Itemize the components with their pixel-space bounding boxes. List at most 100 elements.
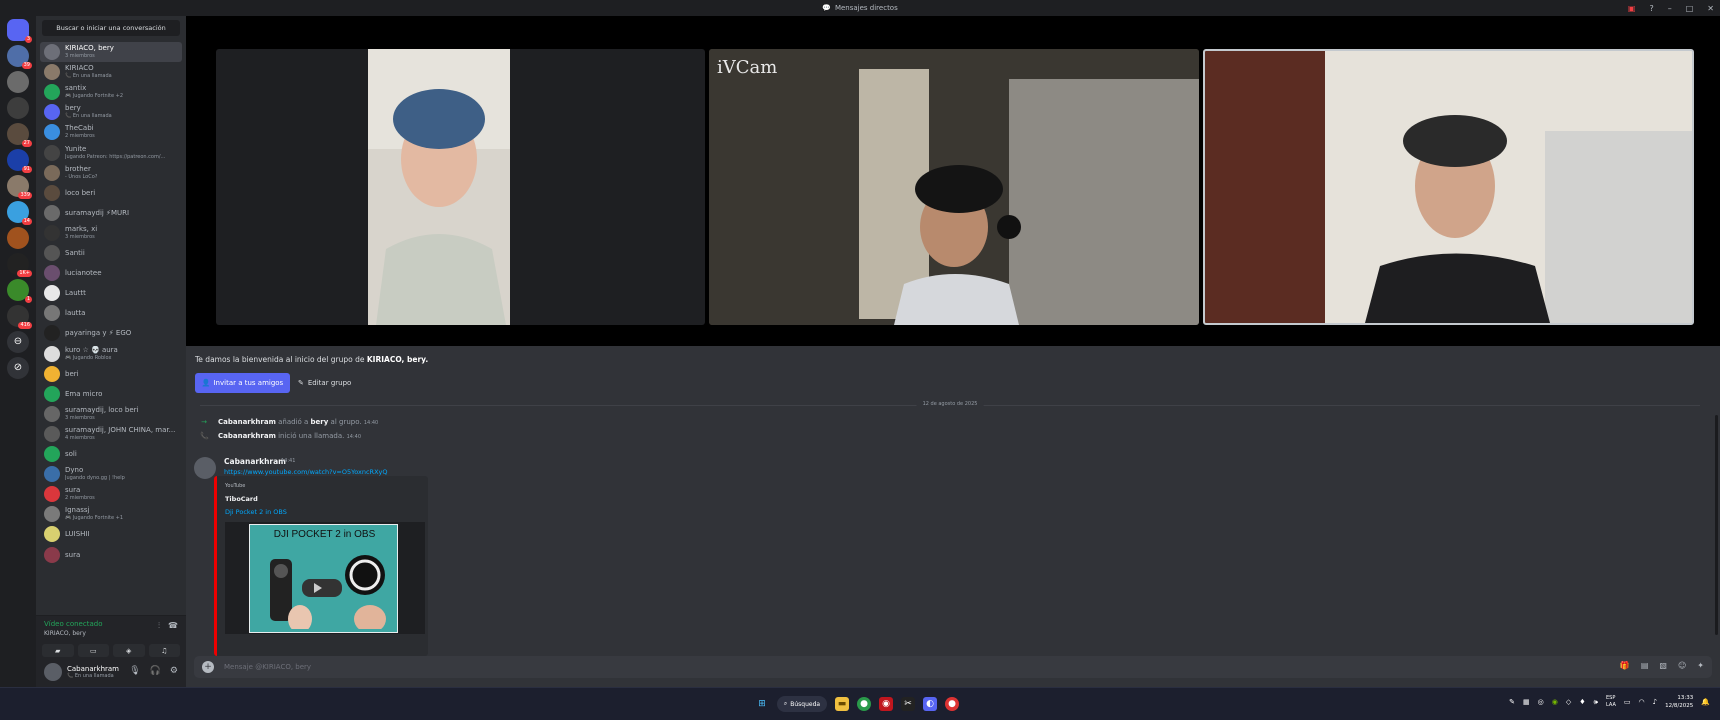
server-icon[interactable]: 339	[7, 175, 32, 199]
dm-item[interactable]: santix 🎮 Jugando Fortnite +2	[40, 82, 182, 102]
edit-group-button[interactable]: ✎ Editar grupo	[298, 373, 368, 393]
dm-item[interactable]: KIRIACO, bery 3 miembros	[40, 42, 182, 62]
add-server-icon[interactable]: ⊖	[7, 331, 29, 353]
disconnect-icon[interactable]: ☎	[168, 621, 178, 631]
server-icon[interactable]: 416	[7, 305, 32, 329]
gift-icon[interactable]: 🎁	[1620, 661, 1630, 670]
dm-item[interactable]: Yunite Jugando Patreon: https://patreon.c…	[40, 143, 182, 163]
emoji-icon[interactable]: ☺	[1678, 661, 1686, 670]
server-icon[interactable]: 39	[7, 45, 32, 69]
user-panel[interactable]: Cabanarkhram 📞 En una llamada 🎙 🎧 ⚙	[36, 657, 186, 687]
attach-button[interactable]: +	[202, 661, 214, 673]
taskbar-search[interactable]: ⌕ Búsqueda	[777, 696, 827, 712]
tray-icon-1[interactable]: ▦	[1523, 698, 1530, 706]
close-button[interactable]: ✕	[1707, 4, 1714, 13]
microphone-icon[interactable]: 🎙	[129, 666, 140, 676]
discord-taskbar-icon[interactable]: ◐	[923, 697, 937, 711]
language-indicator[interactable]: ESP LAA	[1606, 695, 1616, 709]
dm-item[interactable]: kuro ☆ 💀 aura 🎮 Jugando Roblox	[40, 344, 182, 364]
message-avatar[interactable]	[194, 457, 216, 479]
dm-item[interactable]: lucianotee	[40, 263, 182, 283]
app-icon[interactable]: ●	[945, 697, 959, 711]
system-actor[interactable]: Cabanarkhram	[218, 418, 276, 426]
nvidia-icon[interactable]: ◉	[1552, 698, 1558, 706]
app-red-icon[interactable]: ◉	[879, 697, 893, 711]
server-icon[interactable]: 1K+	[7, 253, 32, 277]
dm-item[interactable]: TheCabi 2 miembros	[40, 122, 182, 142]
pen-icon[interactable]: ✎	[1509, 698, 1515, 706]
voice-status[interactable]: Vídeo conectado	[44, 620, 102, 628]
video-thumbnail[interactable]: DJI POCKET 2 in OBS	[225, 522, 425, 634]
noise-suppression-icon[interactable]: ⫶	[158, 621, 160, 631]
dm-item[interactable]: loco beri	[40, 183, 182, 203]
server-icon[interactable]	[7, 227, 29, 249]
server-icon[interactable]: 14	[7, 201, 32, 225]
inbox-icon[interactable]: ▣	[1628, 4, 1636, 13]
settings-icon[interactable]: ⚙	[170, 666, 178, 676]
dm-item[interactable]: suramaydij, JOHN CHINA, mar... 4 miembros	[40, 424, 182, 444]
dm-item[interactable]: suramaydij, loco beri 3 miembros	[40, 404, 182, 424]
volume-icon[interactable]: 🕪	[1594, 698, 1598, 707]
dm-item[interactable]: Dyno Jugando dyno.gg | !help	[40, 464, 182, 484]
help-icon[interactable]: ?	[1649, 4, 1653, 13]
file-explorer-icon[interactable]: ▬	[835, 697, 849, 711]
tray-icon-2[interactable]: ◎	[1538, 698, 1544, 706]
capcut-icon[interactable]: ✂	[901, 697, 915, 711]
dm-item[interactable]: Santii	[40, 243, 182, 263]
windows-start-icon[interactable]: ⊞	[755, 697, 769, 711]
wifi-icon[interactable]: ◠	[1639, 698, 1645, 706]
apps-icon[interactable]: ✦	[1697, 661, 1704, 670]
message-author[interactable]: Cabanarkhram	[224, 457, 286, 466]
dm-item[interactable]: marks, xi 3 miembros	[40, 223, 182, 243]
gif-icon[interactable]: ▤	[1641, 661, 1649, 670]
embed-title[interactable]: Dji Pocket 2 in OBS	[225, 508, 287, 516]
dm-item[interactable]: KIRIACO 📞 En una llamada	[40, 62, 182, 82]
embed-author[interactable]: TiboCard	[225, 495, 258, 503]
display-icon[interactable]: ▭	[1624, 698, 1631, 706]
dm-item[interactable]: bery 📞 En una llamada	[40, 102, 182, 122]
server-icon[interactable]: 1	[7, 279, 32, 303]
screen-share-button[interactable]: ▭	[77, 644, 109, 657]
dm-item[interactable]: Ignassj 🎮 Jugando Fortnite +1	[40, 504, 182, 524]
headphones-icon[interactable]: 🎧	[150, 666, 161, 676]
video-tile-2[interactable]: iVCam	[709, 49, 1199, 325]
camera-button[interactable]: ▰	[42, 644, 74, 657]
server-icon[interactable]: 3	[7, 19, 32, 43]
maximize-button[interactable]: □	[1686, 4, 1694, 13]
server-icon[interactable]	[7, 71, 29, 93]
minimize-button[interactable]: –	[1668, 4, 1672, 13]
clock[interactable]: 13:33 12/8/2025	[1665, 694, 1693, 710]
invite-friends-button[interactable]: 👤 Invitar a tus amigos	[195, 373, 290, 393]
dm-item[interactable]: Ema micro	[40, 384, 182, 404]
dm-item[interactable]: sura	[40, 545, 182, 565]
activity-button[interactable]: ◈	[113, 644, 145, 657]
dm-search-button[interactable]: Buscar o iniciar una conversación	[42, 20, 180, 36]
notification-icon[interactable]: 🔔	[1701, 698, 1710, 706]
dm-item[interactable]: lautta	[40, 303, 182, 323]
sticker-icon[interactable]: ▧	[1659, 661, 1667, 670]
server-icon[interactable]	[7, 97, 29, 119]
dm-item[interactable]: beri	[40, 364, 182, 384]
dm-item[interactable]: LUISHII	[40, 524, 182, 544]
message-input[interactable]	[224, 663, 1524, 671]
server-icon[interactable]: 27	[7, 123, 32, 147]
soundboard-button[interactable]: ♫	[148, 644, 180, 657]
chat-scrollbar[interactable]	[1715, 415, 1718, 635]
speaker-icon[interactable]: ♪	[1653, 698, 1657, 706]
dm-item[interactable]: Lauttt	[40, 283, 182, 303]
dm-item[interactable]: sura 2 miembros	[40, 484, 182, 504]
tray-icon-3[interactable]: ◇	[1566, 698, 1571, 706]
tray-icon-4[interactable]: ♦	[1579, 698, 1585, 706]
dm-item[interactable]: soli	[40, 444, 182, 464]
system-actor[interactable]: Cabanarkhram	[218, 432, 276, 440]
dm-item[interactable]: brother - Unos LoCo?	[40, 163, 182, 183]
user-avatar[interactable]	[44, 663, 62, 681]
video-tile-1[interactable]	[216, 49, 705, 325]
system-target[interactable]: bery	[311, 418, 329, 426]
video-tile-3[interactable]	[1203, 49, 1694, 325]
message-link[interactable]: https://www.youtube.com/watch?v=O5YoxncR…	[224, 468, 387, 476]
chrome-icon[interactable]: ●	[857, 697, 871, 711]
dm-item[interactable]: payaringa y ⚡ EGO	[40, 323, 182, 343]
server-icon[interactable]: 91	[7, 149, 32, 173]
discover-icon[interactable]: ⊘	[7, 357, 29, 379]
